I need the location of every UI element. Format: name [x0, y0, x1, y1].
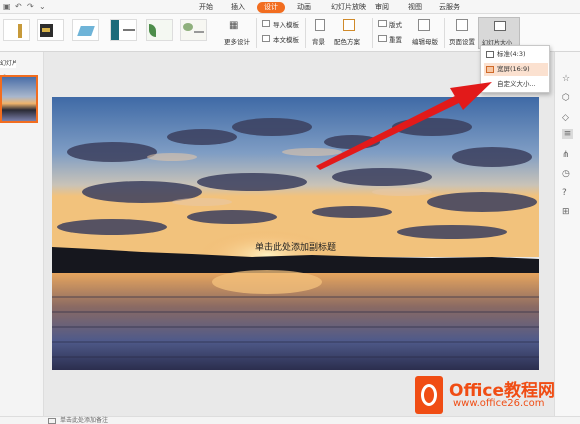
- notes-icon: [48, 418, 56, 424]
- annotation-arrow: [316, 82, 492, 170]
- notes-bar: 单击此处添加备注: [0, 416, 580, 424]
- notes-placeholder[interactable]: 单击此处添加备注: [60, 417, 108, 424]
- office-logo-icon: [415, 376, 443, 414]
- watermark-url: www.office26.com: [453, 398, 545, 409]
